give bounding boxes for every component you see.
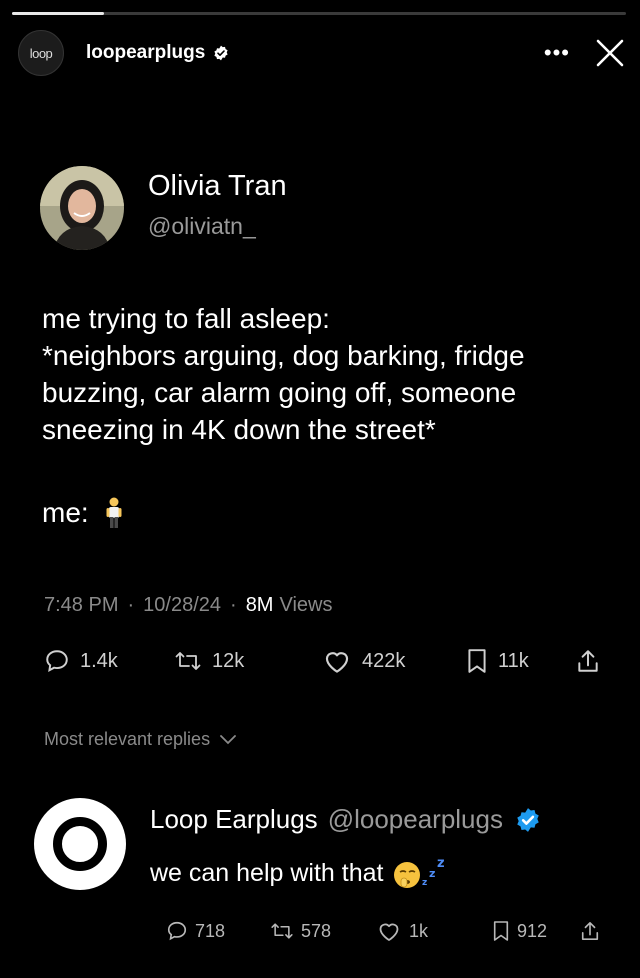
tweet-line: *neighbors arguing, dog barking, fridge … <box>42 340 525 445</box>
tweet-line: me trying to fall asleep: <box>42 303 330 334</box>
reply-like-count: 1k <box>409 920 429 941</box>
replies-sort-label: Most relevant replies <box>44 729 211 749</box>
reply-reply-count: 718 <box>195 920 226 941</box>
verified-icon <box>214 45 228 61</box>
bookmark-action[interactable]: 11k <box>466 648 529 674</box>
heart-icon <box>325 652 349 673</box>
reply-header: Loop Earplugs @loopearplugs <box>150 804 541 835</box>
reply-retweet-count: 578 <box>301 920 332 941</box>
retweet-action[interactable]: 12k <box>174 648 244 674</box>
chevron-down-icon <box>220 734 236 744</box>
tweet-meta: 7:48 PM · 10/28/24 · 8M Views <box>44 594 332 617</box>
standing-person-emoji-icon <box>106 497 122 528</box>
reply-avatar[interactable] <box>34 798 126 890</box>
svg-text:z: z <box>437 856 445 871</box>
like-count: 422k <box>362 649 406 672</box>
story-username[interactable]: loopearplugs <box>86 42 229 64</box>
verified-badge-icon <box>517 807 539 832</box>
tweet-time: 7:48 PM <box>44 594 119 616</box>
retweet-icon <box>175 652 201 670</box>
tweet-punchline: me: <box>42 497 125 529</box>
share-icon <box>578 650 598 672</box>
story-header: loop loopearplugs ••• <box>18 30 626 76</box>
more-options-icon[interactable]: ••• <box>544 42 570 64</box>
reply-action[interactable]: 1.4k <box>44 648 118 674</box>
like-action[interactable]: 422k <box>322 648 405 674</box>
reply-retweet-action[interactable]: 578 <box>270 920 331 942</box>
retweet-count: 12k <box>212 649 245 672</box>
views-label: Views <box>279 594 333 616</box>
reply-reply-action[interactable]: 718 <box>166 920 225 942</box>
svg-text:z: z <box>422 878 427 888</box>
story-progress-fill <box>12 12 105 15</box>
tweet-date: 10/28/24 <box>143 594 222 616</box>
reply-bookmark-count: 912 <box>517 920 548 941</box>
bookmark-icon <box>493 921 509 941</box>
reply-share-action[interactable] <box>580 920 607 942</box>
reply-text-content: we can help with that <box>150 858 384 887</box>
shushing-sleeping-emoji-icon: z z z <box>394 856 445 888</box>
separator-dot: · <box>230 594 237 616</box>
reply-text: we can help with that z z z <box>150 855 447 891</box>
tweet-text: me trying to fall asleep: *neighbors arg… <box>42 300 632 448</box>
close-icon[interactable] <box>594 37 626 69</box>
bookmark-icon <box>468 649 486 673</box>
heart-icon <box>379 923 399 941</box>
reply-author-handle[interactable]: @loopearplugs <box>328 804 503 835</box>
reply-bookmark-action[interactable]: 912 <box>492 920 547 942</box>
tweet-author: Olivia Tran @oliviatn_ <box>40 166 287 250</box>
author-handle[interactable]: @oliviatn_ <box>148 213 287 240</box>
share-action[interactable] <box>576 648 610 674</box>
reply-icon <box>167 921 187 941</box>
share-icon <box>581 922 599 941</box>
reply-count: 1.4k <box>80 649 118 672</box>
separator-dot: · <box>127 594 135 616</box>
retweet-icon <box>271 923 293 939</box>
bookmark-count: 11k <box>498 649 529 672</box>
story-username-text[interactable]: loopearplugs <box>86 42 205 64</box>
tweet-action-bar: 1.4k 12k 422k 11k <box>0 648 640 682</box>
tweet-me-label: me: <box>42 497 89 528</box>
views-count: 8M <box>245 594 274 616</box>
replies-sort-dropdown[interactable]: Most relevant replies <box>44 729 236 750</box>
reply-like-action[interactable]: 1k <box>376 920 428 942</box>
reply-action-bar: 718 578 1k 912 <box>0 920 640 948</box>
reply-icon <box>46 650 68 672</box>
story-progress-bar <box>12 12 626 15</box>
author-photo <box>40 166 124 250</box>
reply-author-name[interactable]: Loop Earplugs <box>150 804 318 835</box>
story-avatar[interactable]: loop <box>18 30 64 76</box>
author-name[interactable]: Olivia Tran <box>148 170 287 203</box>
author-avatar[interactable] <box>40 166 124 250</box>
svg-text:z: z <box>429 867 435 880</box>
loop-logo-icon <box>53 817 107 871</box>
